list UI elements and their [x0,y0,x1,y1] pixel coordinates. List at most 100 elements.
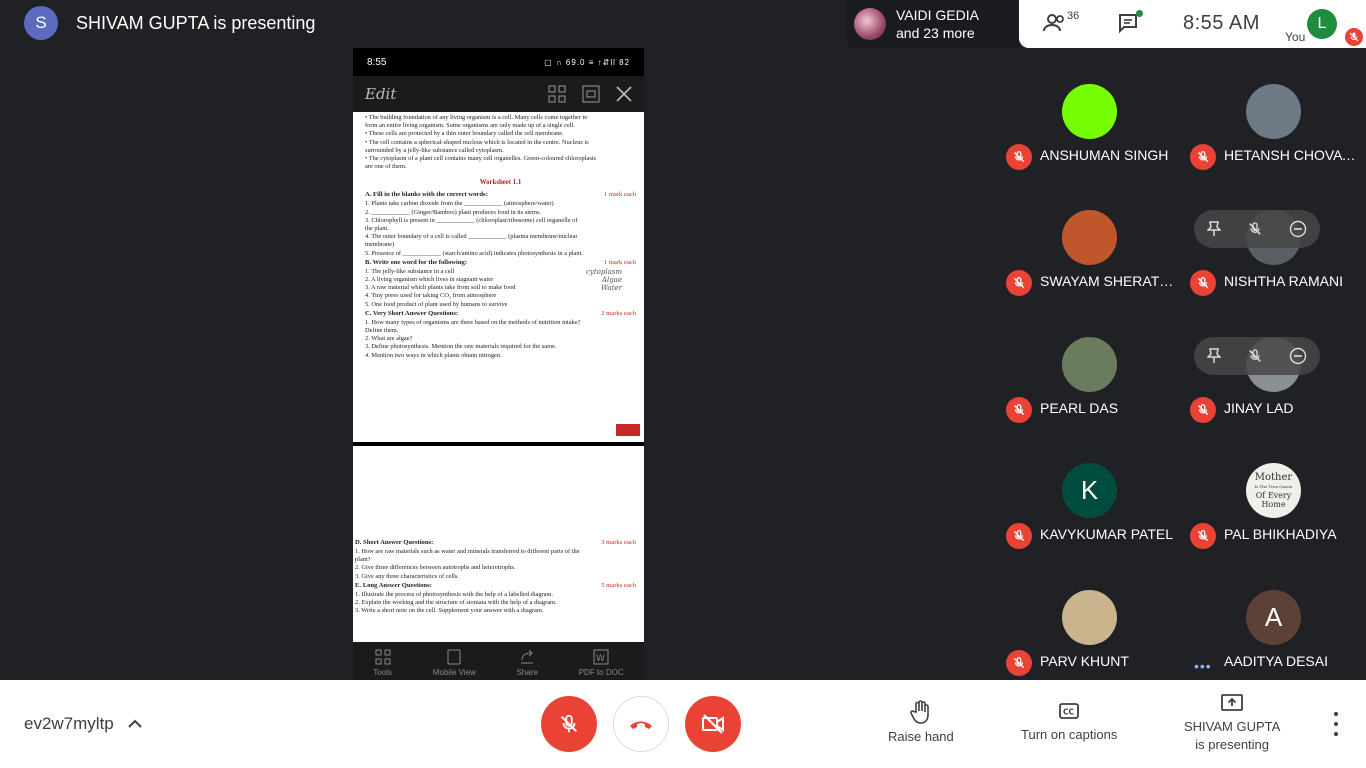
raise-hand-label: Raise hand [888,729,954,744]
doc-line: form an entire living organism. Some org… [365,122,575,130]
participant-tile[interactable]: HETANSH CHOVAT... [1182,48,1366,174]
doc-line: 1. How many types of organisms are there… [365,318,581,326]
participant-name: HETANSH CHOVAT... [1224,147,1360,163]
top-participant-summary[interactable]: VAIDI GEDIA and 23 more [846,0,1019,48]
grid-view-icon[interactable] [548,85,566,103]
remove-icon[interactable] [1289,347,1307,365]
doc-line: 3. A raw material which plants take from… [365,284,516,292]
top-participant-avatar [854,8,886,40]
nav-pdf-to-doc-label: PDF to DOC [578,668,624,677]
remove-icon[interactable] [1289,220,1307,238]
mic-off-icon [1197,151,1209,163]
doc-line: 1. Illustrate the process of photosynthe… [355,590,554,598]
mic-off-icon[interactable] [1247,348,1263,364]
leave-call-button[interactable] [613,696,669,752]
muted-badge [1006,649,1032,676]
mic-toggle-button[interactable] [541,696,597,752]
doc-line: the plant. [365,225,389,233]
participant-tile[interactable]: SWAYAM SHERATH... [998,174,1182,300]
people-button[interactable]: 36 [1043,10,1079,34]
section-b-heading: B. Write one word for the following: [365,258,468,266]
participant-tile[interactable]: JINAY LAD [1182,301,1366,427]
doc-line: • The cytoplasm of a plant cell contains… [365,155,597,163]
nav-share[interactable]: Share [517,649,538,677]
phone-status-bar: 8:55 ▢ ∩ 69.0 ≡ ↑⇵ll 82 [353,48,644,76]
raise-hand-button[interactable]: Raise hand [888,700,954,746]
doc-line: 2. Give three differences between autotr… [355,564,516,572]
section-a-heading: A. Fill in the blanks with the correct w… [365,191,488,199]
presenter-bar: S SHIVAM GUPTA is presenting [24,6,315,40]
nav-pdf-to-doc[interactable]: W PDF to DOC [579,649,624,677]
mic-off-icon [1349,32,1359,42]
meeting-details[interactable]: ev2w7myltp [24,714,142,734]
svg-text:W: W [596,654,605,664]
more-dot [1334,732,1338,736]
doc-line: 4. The outer boundary of a cell is calle… [365,233,578,241]
close-icon[interactable] [616,86,632,102]
phone-status-icons: ▢ ∩ 69.0 ≡ ↑⇵ll 82 [544,57,630,67]
bottom-control-bar: ev2w7myltp Raise hand CC Turn on caption… [0,680,1366,768]
section-d-items: 1. How are raw materials such as water a… [355,548,636,581]
chat-notification-dot [1136,10,1143,17]
participant-name: ANSHUMAN SINGH [1040,147,1169,163]
camera-toggle-button[interactable] [685,696,741,752]
participant-tile[interactable]: NISHTHA RAMANI [1182,174,1366,300]
muted-badge [1006,396,1032,423]
avatar-quote: Mother Is The True Queen Of Every Home [1246,472,1301,509]
doc-line: Define them. [365,327,399,335]
present-now-button[interactable]: SHIVAM GUPTA is presenting [1184,692,1280,754]
doc-line: • The cell contains a spherical-shaped n… [365,138,589,146]
chat-button[interactable] [1117,10,1143,39]
chevron-up-icon [128,719,142,728]
hang-up-icon [630,721,652,729]
more-dot [1334,712,1338,716]
muted-badge [1190,144,1216,170]
mic-off-icon [1197,530,1209,542]
pin-icon[interactable] [1207,348,1221,364]
doc-line: 3. Chlorophyll is present in ___________… [365,216,578,224]
doc-line: 3. Define photosynthesis. Mention the ra… [365,343,557,351]
share-icon [521,649,534,664]
nav-mobile-view[interactable]: Mobile View [433,649,476,677]
avatar-quote-line: Of Every Home [1255,490,1292,509]
section-c-marks: 2 marks each [601,309,636,317]
presenting-status: is presenting [1195,737,1270,752]
nav-tools[interactable]: Tools [373,649,392,677]
handwritten-answer: Water [600,284,622,293]
doc-line: 2. What are algae? [365,335,413,343]
page-count-icon[interactable] [582,85,600,103]
participant-tile[interactable]: PEARL DAS [998,301,1182,427]
doc-line: plant? [355,556,371,564]
presenter-avatar: S [24,6,58,40]
nav-mobile-view-label: Mobile View [432,668,476,677]
doc-line: 2. A living organism which lives in stag… [365,276,494,284]
section-a-items: 1. Plants take carbon dioxide from the _… [365,200,636,257]
doc-line: membrane) [365,241,395,249]
captions-button[interactable]: CC Turn on captions [1021,700,1117,744]
doc-line: 3. Write a short note on the cell. Suppl… [355,607,544,615]
participant-tile[interactable]: Mother Is The True Queen Of Every Home PAL … [1182,427,1366,553]
participant-tile[interactable]: A ••• AADITYA DESAI [1182,554,1366,680]
more-options-button[interactable] [1326,712,1346,736]
clock: 8:55 AM [1183,12,1260,34]
word-doc-icon: W [593,649,609,665]
document-page-1: • The building foundation of any living … [353,112,644,442]
mic-off-icon [1197,403,1209,415]
nav-share-label: Share [516,668,538,677]
doc-bottom-nav: Tools Mobile View Share W PDF to DOC [353,642,644,680]
self-label: You [1285,30,1306,44]
page-marker [616,424,640,436]
participant-tile[interactable]: K KAVYKUMAR PATEL [998,427,1182,553]
edit-label[interactable]: Edit [365,85,396,103]
participant-avatar [1062,589,1117,645]
participant-tile[interactable]: PARV KHUNT [998,554,1182,680]
self-avatar[interactable]: L [1307,9,1337,39]
doc-line: 4. Mention two ways in which plants obta… [365,351,502,359]
pin-icon[interactable] [1207,221,1221,237]
top-right-panel: 36 8:55 AM L You [1019,0,1366,48]
speaking-indicator-icon: ••• [1194,657,1212,674]
participant-tile[interactable]: ANSHUMAN SINGH [998,48,1182,174]
section-b-marks: 1 mark each [603,258,636,266]
mic-off-icon[interactable] [1247,221,1263,237]
participant-name: PEARL DAS [1040,399,1119,416]
